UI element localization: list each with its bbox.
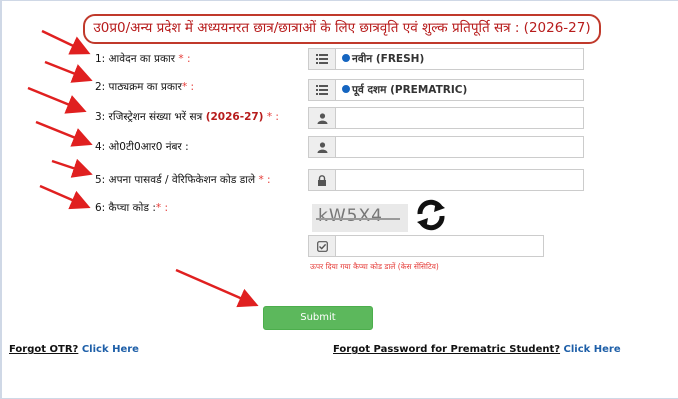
- captcha-input[interactable]: [336, 235, 544, 257]
- label-registration-number: 3: रजिस्ट्रेशन संख्या भरें सत्र (2026-27…: [95, 110, 279, 124]
- label-course-type: 2: पाठ्यक्रम का प्रकार* :: [95, 80, 194, 94]
- arrow-1: [41, 29, 91, 55]
- forgot-otr-link-row: Forgot OTR? Click Here: [9, 344, 139, 355]
- label-text: 5: अपना पासवर्ड / वेरिफिकेशन कोड डाले: [95, 174, 256, 186]
- captcha-strike: [316, 218, 400, 220]
- arrow-7: [175, 268, 259, 308]
- forgot-password-link-row: Forgot Password for Prematric Student? C…: [333, 344, 621, 355]
- forgot-otr-text: Forgot OTR?: [9, 344, 79, 355]
- user-icon: [308, 107, 336, 129]
- forgot-otr-link[interactable]: Click Here: [82, 344, 139, 355]
- required-mark: * :: [181, 81, 195, 93]
- label-text: 6: कैप्चा कोड :: [95, 202, 156, 214]
- lock-icon: [308, 169, 336, 191]
- forgot-password-text: Forgot Password for Prematric Student?: [333, 344, 561, 355]
- radio-selected-icon[interactable]: [342, 85, 350, 93]
- application-type-select[interactable]: नवीन (FRESH): [336, 48, 584, 70]
- label-text: 2: पाठ्यक्रम का प्रकार: [95, 81, 182, 93]
- captcha-hint: ऊपर दिया गया कैप्चा कोड डालें (केस सेंसि…: [310, 262, 439, 271]
- password-input[interactable]: [336, 169, 584, 191]
- captcha-image: kW5X4: [312, 204, 408, 232]
- required-mark: * :: [263, 111, 279, 123]
- submit-button[interactable]: Submit: [263, 306, 373, 330]
- required-mark: * :: [175, 53, 191, 65]
- arrow-6: [39, 184, 91, 210]
- forgot-password-link[interactable]: Click Here: [564, 344, 621, 355]
- list-icon: [308, 48, 336, 70]
- arrow-4: [35, 120, 93, 147]
- refresh-captcha-icon[interactable]: [413, 197, 449, 233]
- required-mark: * :: [155, 202, 168, 214]
- required-mark: * :: [255, 174, 271, 186]
- label-captcha: 6: कैप्चा कोड :* :: [95, 201, 168, 215]
- label-text: 1: आवेदन का प्रकार: [95, 53, 176, 65]
- check-icon: [308, 235, 336, 257]
- label-otr-number: 4: ओ0टी0आर0 नंबर :: [95, 140, 189, 154]
- list-icon: [308, 79, 336, 101]
- label-application-type: 1: आवेदन का प्रकार * :: [95, 52, 191, 66]
- application-type-value: नवीन (FRESH): [352, 53, 425, 65]
- radio-selected-icon[interactable]: [342, 54, 350, 62]
- arrow-3: [27, 86, 87, 114]
- otr-number-input[interactable]: [336, 136, 584, 158]
- user-icon: [308, 136, 336, 158]
- captcha-text: kW5X4: [318, 206, 383, 226]
- arrow-5: [51, 158, 93, 178]
- label-password: 5: अपना पासवर्ड / वेरिफिकेशन कोड डाले * …: [95, 173, 271, 187]
- session-year: (2026-27): [205, 111, 264, 123]
- label-text: 3: रजिस्ट्रेशन संख्या भरें सत्र: [95, 111, 206, 123]
- registration-number-input[interactable]: [336, 107, 584, 129]
- label-text: 4: ओ0टी0आर0 नंबर :: [95, 141, 189, 153]
- course-type-value: पूर्व दशम (PREMATRIC): [352, 84, 468, 96]
- course-type-select[interactable]: पूर्व दशम (PREMATRIC): [336, 79, 584, 101]
- arrow-2: [44, 60, 93, 83]
